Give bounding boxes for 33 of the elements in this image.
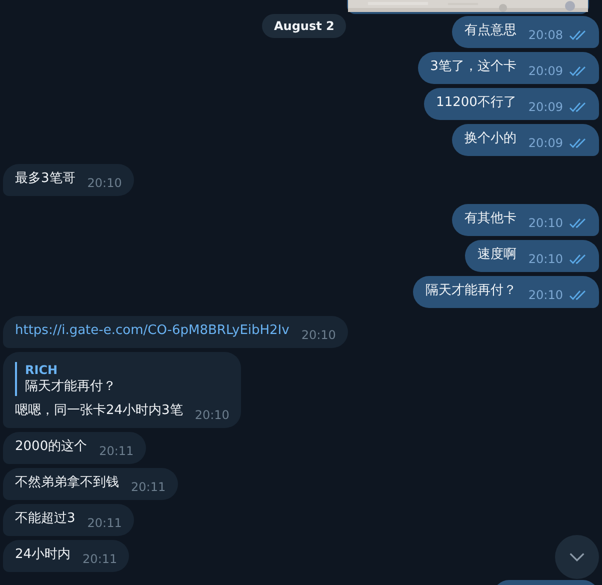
message-text: 不能超过3 [15,510,76,528]
message-text: 24小时内 [15,546,71,564]
message-text: 换个小的 [464,130,516,148]
message-text: 有其他卡 [464,210,516,228]
message-text: 有点意思 [464,22,516,40]
quote-text: 隔天才能再付？ [25,378,116,396]
message-time: 20:11 [87,516,122,530]
message-text: 隔天才能再付？ [425,282,516,300]
quote-author: RICH [25,362,58,378]
message-text: 11200不行了 [436,94,516,112]
message-time: 20:10 [194,408,230,422]
message-time: 20:08 [528,28,563,42]
message-time: 20:09 [528,136,563,150]
message-time: 20:10 [528,288,563,302]
reply-quote[interactable]: RICH 隔天才能再付？ [15,362,230,396]
message-text: 最多3笔哥 [15,170,76,188]
message-time: 20:11 [99,444,134,458]
message-time: 20:09 [528,100,563,114]
message-time: 20:10 [528,216,563,230]
chevron-down-icon [568,552,586,562]
message-link[interactable]: https://i.gate-e.com/CO-6pM8BRLyEibH2Iv [15,322,290,342]
message-text: 2000的这个 [15,438,88,456]
message-text: 嗯嗯，同一张卡24小时内3笔 [15,402,183,420]
message-time: 20:11 [82,552,118,566]
message-time: 20:10 [301,328,336,342]
date-badge: August 2 [262,14,346,38]
message-time: 20:10 [87,176,122,190]
message-text: 不然弟弟拿不到钱 [15,474,119,492]
message-text: 速度啊 [477,246,516,264]
message-time: 20:09 [528,64,563,78]
message-time: 20:11 [131,480,166,494]
message-text: 3笔了，这个卡 [430,58,516,76]
message-time: 20:10 [528,252,563,266]
